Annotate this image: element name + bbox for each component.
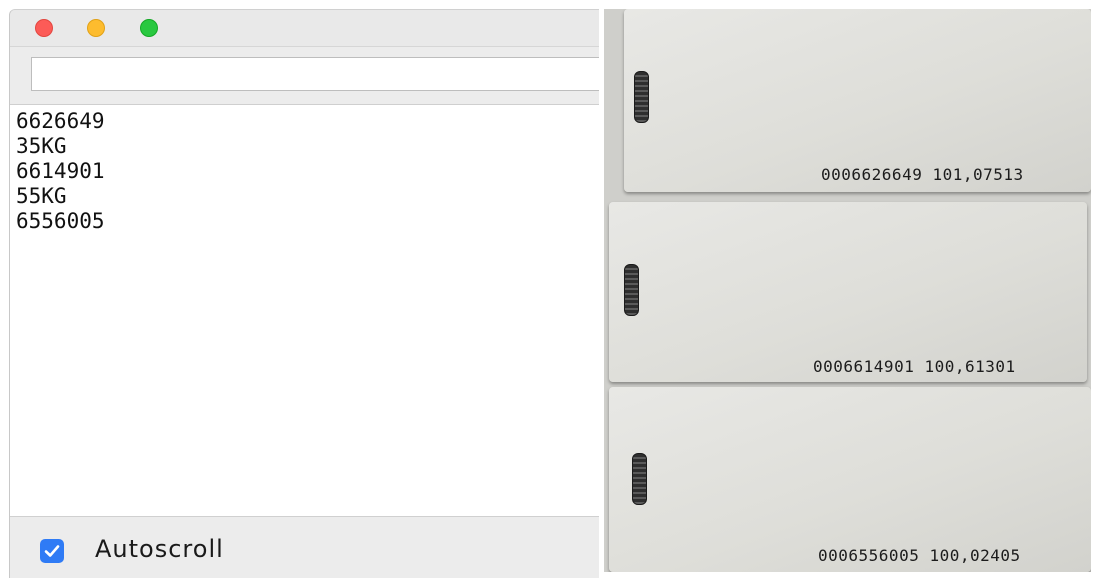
screenshot: 6626649 35KG 6614901 55KG 6556005 Autosc… [0, 0, 1098, 578]
card-slot-icon [624, 264, 639, 316]
serial-output-line: 6614901 [16, 159, 105, 183]
rfid-card-number: 0006626649 101,07513 [821, 165, 1024, 184]
rfid-card: 0006626649 101,07513 [624, 9, 1091, 192]
title-bar [10, 10, 599, 47]
serial-output-line: 6556005 [16, 209, 105, 233]
rfid-card-number: 0006614901 100,61301 [813, 357, 1016, 376]
serial-monitor-window: 6626649 35KG 6614901 55KG 6556005 Autosc… [9, 9, 599, 578]
serial-output-line: 55KG [16, 184, 67, 208]
rfid-card: 0006614901 100,61301 [609, 202, 1087, 382]
rfid-card-number: 0006556005 100,02405 [818, 546, 1021, 565]
serial-monitor-footer: Autoscroll [10, 518, 599, 578]
zoom-window-button[interactable] [140, 19, 158, 37]
autoscroll-label: Autoscroll [95, 535, 224, 563]
serial-output-area[interactable]: 6626649 35KG 6614901 55KG 6556005 [10, 105, 599, 517]
autoscroll-checkbox[interactable] [40, 539, 64, 563]
serial-output-line: 35KG [16, 134, 67, 158]
rfid-card: 0006556005 100,02405 [609, 387, 1091, 572]
checkmark-icon [44, 545, 60, 557]
card-slot-icon [634, 71, 649, 123]
close-window-button[interactable] [35, 19, 53, 37]
minimize-window-button[interactable] [87, 19, 105, 37]
send-bar [10, 47, 599, 105]
serial-send-input[interactable] [31, 57, 599, 91]
serial-output-line: 6626649 [16, 109, 105, 133]
rfid-cards-photo: 0006626649 101,07513 0006614901 100,6130… [604, 9, 1091, 572]
card-slot-icon [632, 453, 647, 505]
